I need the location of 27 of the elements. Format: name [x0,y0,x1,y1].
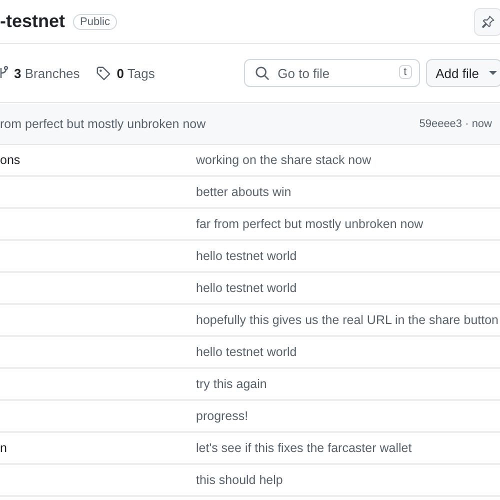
repo-title[interactable]: -testnet [0,11,66,32]
commit-message[interactable]: progress! [196,409,248,423]
file-name[interactable]: ons [0,153,196,167]
branches-link[interactable]: 3 Branches [14,66,80,80]
search-icon [254,66,270,81]
commit-message[interactable]: working on the share stack now [196,153,372,167]
branch-icon [0,66,8,80]
commit-message[interactable]: far from perfect but mostly unbroken now [196,217,424,231]
visibility-badge: Public [73,14,117,30]
commit-message[interactable]: better abouts win [196,185,292,199]
commit-message[interactable]: try this again [196,377,267,391]
add-file-button[interactable]: Add file [426,59,500,87]
commit-message[interactable]: hello testnet world [196,281,297,295]
pin-button[interactable] [474,8,500,36]
caret-icon [489,70,497,76]
tag-icon [96,66,111,80]
tags-link[interactable]: 0 Tags [116,66,155,80]
commit-message[interactable]: rom perfect but mostly unbroken now [0,117,206,131]
file-name[interactable]: n [0,441,196,455]
commit-message[interactable]: hello testnet world [196,345,297,359]
pin-icon [481,14,495,28]
shortcut-key: t [398,65,412,79]
commit-hash-time[interactable]: 59eeee3 · now [419,118,492,130]
commit-message[interactable]: let's see if this fixes the farcaster wallet [196,441,412,455]
commit-message[interactable]: hopefully this gives us the real URL in the share button [196,313,498,327]
commit-message[interactable]: this should help [196,473,283,487]
commit-message[interactable]: hello testnet world [196,249,297,263]
